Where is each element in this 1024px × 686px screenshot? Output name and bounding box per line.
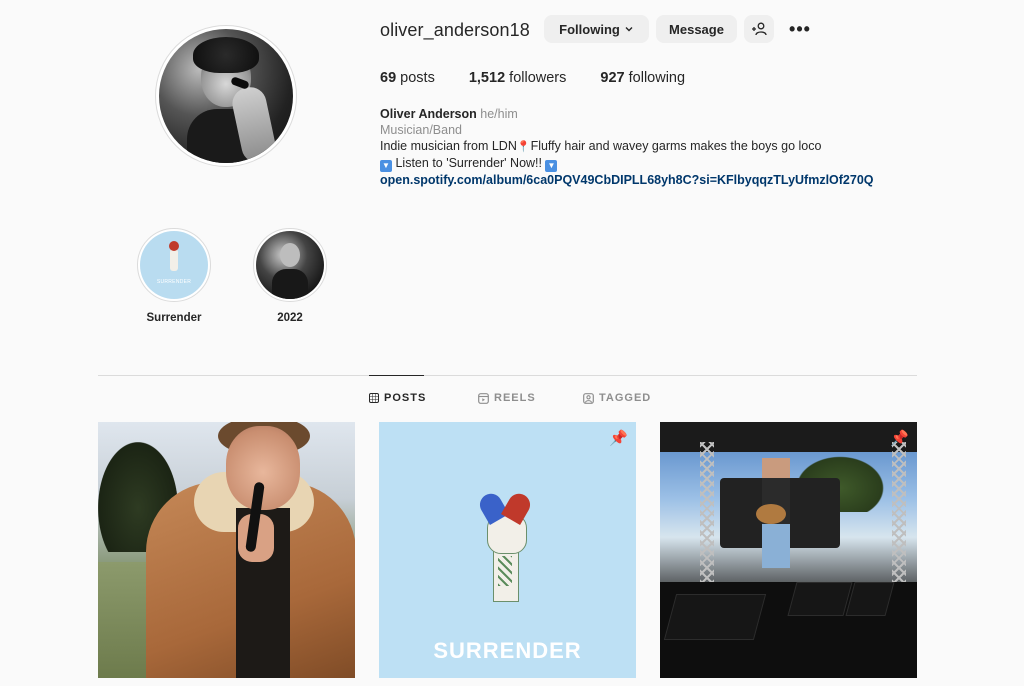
profile-stats: 69 posts 1,512 followers 927 following [380, 70, 719, 86]
active-tab-indicator [369, 375, 424, 376]
add-user-icon [752, 22, 767, 36]
tab-posts[interactable]: POSTS [369, 392, 426, 404]
pushpin-icon: 📌 [890, 430, 909, 447]
down-arrow-button-icon: ▼ [545, 160, 558, 172]
posts-count: 69 posts [380, 70, 435, 86]
highlight-2022[interactable]: 2022 [252, 228, 328, 324]
round-pushpin-icon: 📍 [516, 141, 531, 153]
grid-icon [369, 393, 379, 403]
followers-count[interactable]: 1,512 followers [469, 70, 567, 86]
tabs-divider [98, 375, 917, 376]
message-button-label: Message [669, 21, 724, 37]
bio-line-2: ▼ Listen to 'Surrender' Now!! ▼ [380, 155, 940, 172]
post-cover-text: SURRENDER [433, 638, 582, 663]
avatar-photo [159, 29, 293, 163]
highlight-surrender[interactable]: SURRENDER Surrender [136, 228, 212, 324]
bio-pronouns: he/him [480, 107, 518, 121]
following-button-label: Following [559, 21, 620, 37]
reels-icon [478, 392, 489, 404]
tagged-icon [583, 392, 594, 404]
suggest-users-button[interactable] [744, 15, 774, 43]
bio-line-1: Indie musician from LDN📍Fluffy hair and … [380, 139, 822, 153]
bio-category: Musician/Band [380, 123, 462, 137]
profile-page: oliver_anderson18 Following Message ••• … [0, 0, 1024, 686]
chevron-down-icon [625, 27, 633, 32]
post-thumbnail[interactable] [98, 422, 355, 678]
tab-reels[interactable]: REELS [478, 392, 536, 404]
profile-avatar[interactable] [155, 25, 297, 167]
highlight-cover: SURRENDER [140, 231, 208, 299]
pushpin-icon: 📌 [609, 430, 628, 447]
tab-tagged[interactable]: TAGGED [583, 392, 651, 404]
post-thumbnail[interactable]: 📌 [660, 422, 917, 678]
highlight-label: 2022 [277, 312, 303, 324]
highlight-cover [256, 231, 324, 299]
profile-username: oliver_anderson18 [380, 20, 530, 40]
profile-bio: Oliver Anderson he/him Musician/Band Ind… [380, 106, 940, 188]
highlight-label: Surrender [146, 312, 202, 324]
message-button[interactable]: Message [656, 15, 737, 43]
post-thumbnail[interactable]: SURRENDER 📌 [379, 422, 636, 678]
bio-link[interactable]: open.spotify.com/album/6ca0PQV49CbDIPLL6… [380, 172, 940, 188]
down-arrow-button-icon: ▼ [380, 160, 392, 172]
following-count[interactable]: 927 following [600, 70, 685, 86]
more-options-icon[interactable]: ••• [786, 15, 814, 43]
bio-name: Oliver Anderson [380, 107, 477, 121]
following-button[interactable]: Following [544, 15, 649, 43]
